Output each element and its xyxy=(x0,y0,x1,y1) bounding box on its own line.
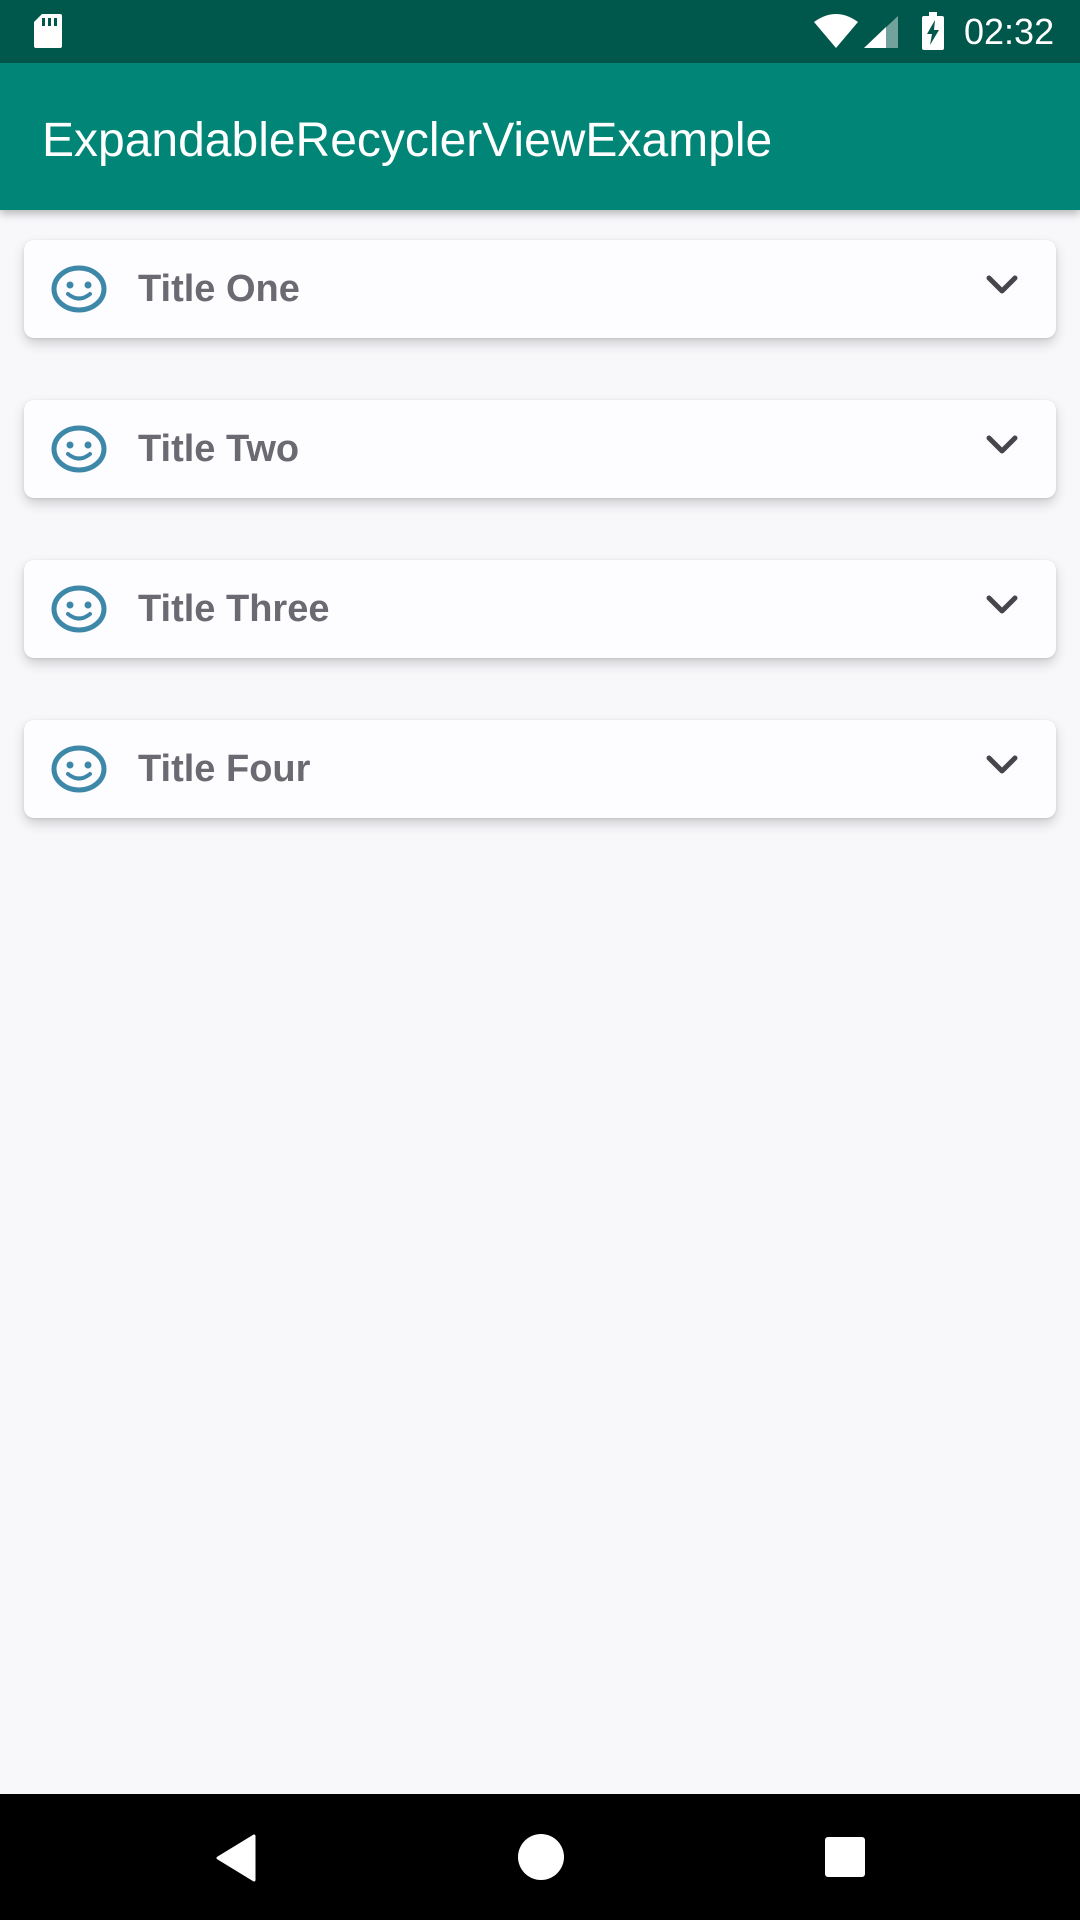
status-bar: 02:32 xyxy=(0,0,1080,63)
app-bar: ExpandableRecyclerViewExample xyxy=(0,63,1080,210)
signal-icon xyxy=(864,16,898,48)
navigation-bar xyxy=(0,1794,1080,1920)
home-icon[interactable] xyxy=(518,1834,564,1880)
back-icon[interactable] xyxy=(214,1834,258,1882)
recents-icon[interactable] xyxy=(825,1837,865,1877)
chevron-down-icon[interactable] xyxy=(984,750,1020,780)
smile-face-icon xyxy=(51,425,107,473)
chevron-down-icon[interactable] xyxy=(984,590,1020,620)
list-item-title: Title Two xyxy=(138,428,300,470)
smile-face-icon xyxy=(51,585,107,633)
status-time: 02:32 xyxy=(964,11,1055,52)
chevron-down-icon[interactable] xyxy=(984,430,1020,460)
list-item-title-four[interactable]: Title Four xyxy=(24,720,1056,818)
screen: 02:32 ExpandableRecyclerViewExample Titl… xyxy=(0,0,1080,1920)
list-item-title: Title Three xyxy=(138,588,330,630)
list-item-title: Title One xyxy=(138,268,300,310)
wifi-icon xyxy=(814,14,858,48)
list-item-title-one[interactable]: Title One xyxy=(24,240,1056,338)
battery-charging-icon xyxy=(922,12,944,50)
sd-card-icon xyxy=(34,14,62,48)
smile-face-icon xyxy=(51,265,107,313)
smile-face-icon xyxy=(51,745,107,793)
app-title: ExpandableRecyclerViewExample xyxy=(42,114,773,167)
chevron-down-icon[interactable] xyxy=(984,270,1020,300)
list-item-title: Title Four xyxy=(138,748,311,790)
list-item-title-three[interactable]: Title Three xyxy=(24,560,1056,658)
list-item-title-two[interactable]: Title Two xyxy=(24,400,1056,498)
